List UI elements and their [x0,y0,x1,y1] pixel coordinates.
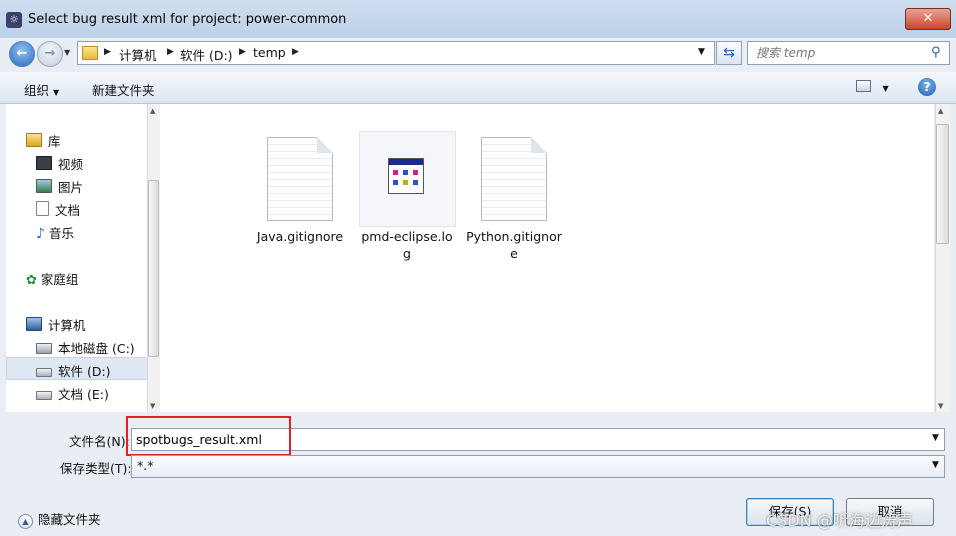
breadcrumb-computer[interactable]: 计算机 [119,45,157,64]
sidebar-item-label: 本地磁盘 (C:) [58,341,135,356]
address-dropdown-icon[interactable]: ▼ [698,47,705,57]
hide-folders-label: 隐藏文件夹 [38,512,101,527]
file-item-python-gitignore[interactable] [448,131,547,225]
highlight-annotation-box [126,416,291,456]
search-input[interactable] [756,44,926,62]
chevron-down-icon: ▼ [53,88,60,97]
filetype-select[interactable]: *.* [131,455,945,478]
chevron-down-icon: ▼ [882,84,889,93]
sidebar-item-music[interactable]: ♪ 音乐 [36,223,74,242]
view-icon [856,80,871,92]
breadcrumb-separator-icon[interactable]: ▶ [104,47,111,57]
breadcrumb-drive-d[interactable]: 软件 (D:) [180,45,233,64]
forward-arrow-icon[interactable]: → [37,41,63,67]
file-list-scroll-thumb[interactable] [936,124,949,244]
filename-label: 文件名(N): [69,434,130,449]
breadcrumb-separator-icon[interactable]: ▶ [292,47,299,57]
file-name[interactable]: pmd-eclipse.lo g [352,228,462,262]
search-icon[interactable]: ⚲ [931,45,941,60]
scroll-up-icon[interactable]: ▲ [938,107,943,115]
close-button[interactable]: ✕ [905,8,951,30]
scroll-up-icon[interactable]: ▲ [150,107,155,115]
organize-label: 组织 [24,83,50,98]
system-drive-icon [36,343,52,354]
back-arrow-icon[interactable]: ← [9,41,35,67]
text-file-icon [267,137,333,221]
breadcrumb-separator-icon[interactable]: ▶ [167,47,174,57]
sidebar-item-label: 视频 [58,157,84,172]
address-bar[interactable]: ▶ 计算机 ▶ 软件 (D:) ▶ temp ▶ ▼ [77,41,715,65]
drive-icon [36,368,52,377]
music-icon: ♪ [36,226,45,242]
text-file-icon [481,137,547,221]
sidebar-item-drive-c[interactable]: 本地磁盘 (C:) [36,338,135,357]
view-options-button[interactable]: ▼ [856,80,889,94]
file-name[interactable]: Python.gitignor e [459,228,569,262]
organize-button[interactable]: 组织 ▼ [24,80,59,99]
video-icon [36,156,52,170]
sidebar-item-drive-e[interactable]: 文档 (E:) [36,384,109,403]
filetype-value: *.* [137,458,154,473]
picture-icon [36,179,52,193]
sidebar-scroll-thumb[interactable] [148,180,159,357]
log-file-icon [388,158,424,194]
scroll-down-icon[interactable]: ▼ [150,402,155,410]
search-box[interactable]: ⚲ [747,41,950,65]
watermark: CSDN @听海边涛声 [766,511,913,530]
sidebar-item-pictures[interactable]: 图片 [36,177,83,196]
drive-icon [36,391,52,400]
sidebar-item-label: 家庭组 [40,272,79,287]
computer-icon [26,317,42,331]
sidebar-item-label: 库 [48,134,61,149]
chevron-down-icon[interactable]: ▼ [932,460,939,470]
sidebar-item-label: 软件 (D:) [58,364,111,379]
breadcrumb-temp[interactable]: temp [253,45,286,60]
hide-folders-button[interactable]: ▲ 隐藏文件夹 [18,509,101,529]
sidebar-item-label: 文档 (E:) [58,387,109,402]
breadcrumb-separator-icon[interactable]: ▶ [239,47,246,57]
file-item-java-gitignore[interactable] [234,131,333,225]
sidebar-item-documents[interactable]: 文档 [36,200,80,219]
scroll-down-icon[interactable]: ▼ [938,402,943,410]
filetype-label: 保存类型(T): [60,461,132,476]
sidebar-item-drive-d[interactable]: 软件 (D:) [36,361,111,380]
homegroup-icon: ✿ [26,273,37,288]
folder-icon [82,46,98,60]
file-name[interactable]: Java.gitignore [245,228,355,245]
sidebar-item-label: 计算机 [48,318,86,333]
history-dropdown-icon[interactable]: ▼ [64,48,70,57]
help-icon[interactable]: ? [918,78,936,96]
sidebar-item-label: 文档 [55,203,81,218]
refresh-icon[interactable]: ⇆ [716,41,742,65]
chevron-up-icon: ▲ [18,514,33,529]
sidebar-item-homegroup[interactable]: ✿ 家庭组 [26,269,78,288]
sidebar-item-label: 图片 [58,180,84,195]
library-icon [26,133,42,147]
document-icon [36,201,49,216]
window-title: Select bug result xml for project: power… [28,12,347,27]
new-folder-button[interactable]: 新建文件夹 [92,80,155,99]
chevron-down-icon[interactable]: ▼ [932,433,939,443]
app-icon: ☼ [6,12,22,28]
sidebar-item-videos[interactable]: 视频 [36,154,83,173]
file-item-pmd-eclipse-log[interactable] [359,131,456,227]
sidebar-item-library[interactable]: 库 [26,131,61,150]
sidebar-item-computer[interactable]: 计算机 [26,315,86,334]
sidebar-item-label: 音乐 [48,226,74,241]
